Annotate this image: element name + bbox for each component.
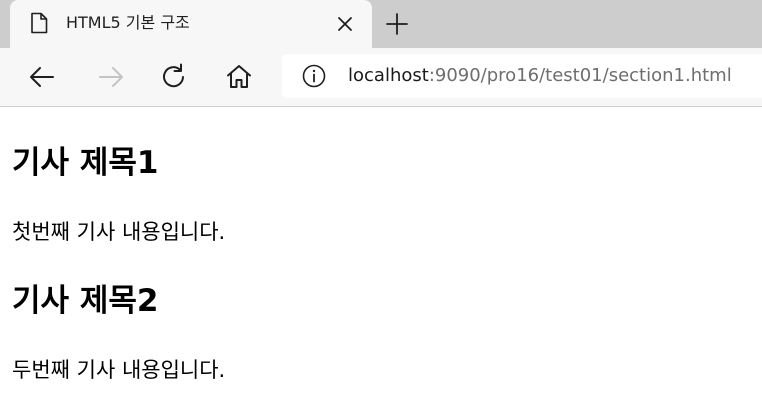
browser-toolbar: localhost:9090/pro16/test01/section1.htm…	[0, 48, 762, 107]
page-icon	[31, 12, 48, 34]
url-path: :9090/pro16/test01/section1.html	[428, 65, 732, 86]
article-body-1: 첫번째 기사 내용입니다.	[12, 220, 226, 244]
tab-strip: HTML5 기본 구조	[0, 0, 762, 48]
refresh-icon[interactable]	[159, 62, 189, 92]
info-icon[interactable]	[302, 64, 326, 88]
close-tab-icon[interactable]	[334, 13, 356, 35]
home-icon[interactable]	[224, 62, 254, 92]
article-heading-2: 기사 제목2	[12, 283, 159, 319]
article-body-2: 두번째 기사 내용입니다.	[12, 358, 226, 382]
forward-arrow-icon[interactable]	[96, 62, 126, 92]
back-arrow-icon[interactable]	[27, 62, 57, 92]
tab-title: HTML5 기본 구조	[66, 13, 190, 32]
url-text[interactable]: localhost:9090/pro16/test01/section1.htm…	[348, 64, 732, 88]
url-host: localhost	[348, 65, 429, 86]
new-tab-icon[interactable]	[384, 11, 410, 37]
address-bar[interactable]: localhost:9090/pro16/test01/section1.htm…	[282, 54, 762, 98]
article-heading-1: 기사 제목1	[12, 145, 159, 181]
browser-tab-active[interactable]: HTML5 기본 구조	[10, 0, 372, 48]
